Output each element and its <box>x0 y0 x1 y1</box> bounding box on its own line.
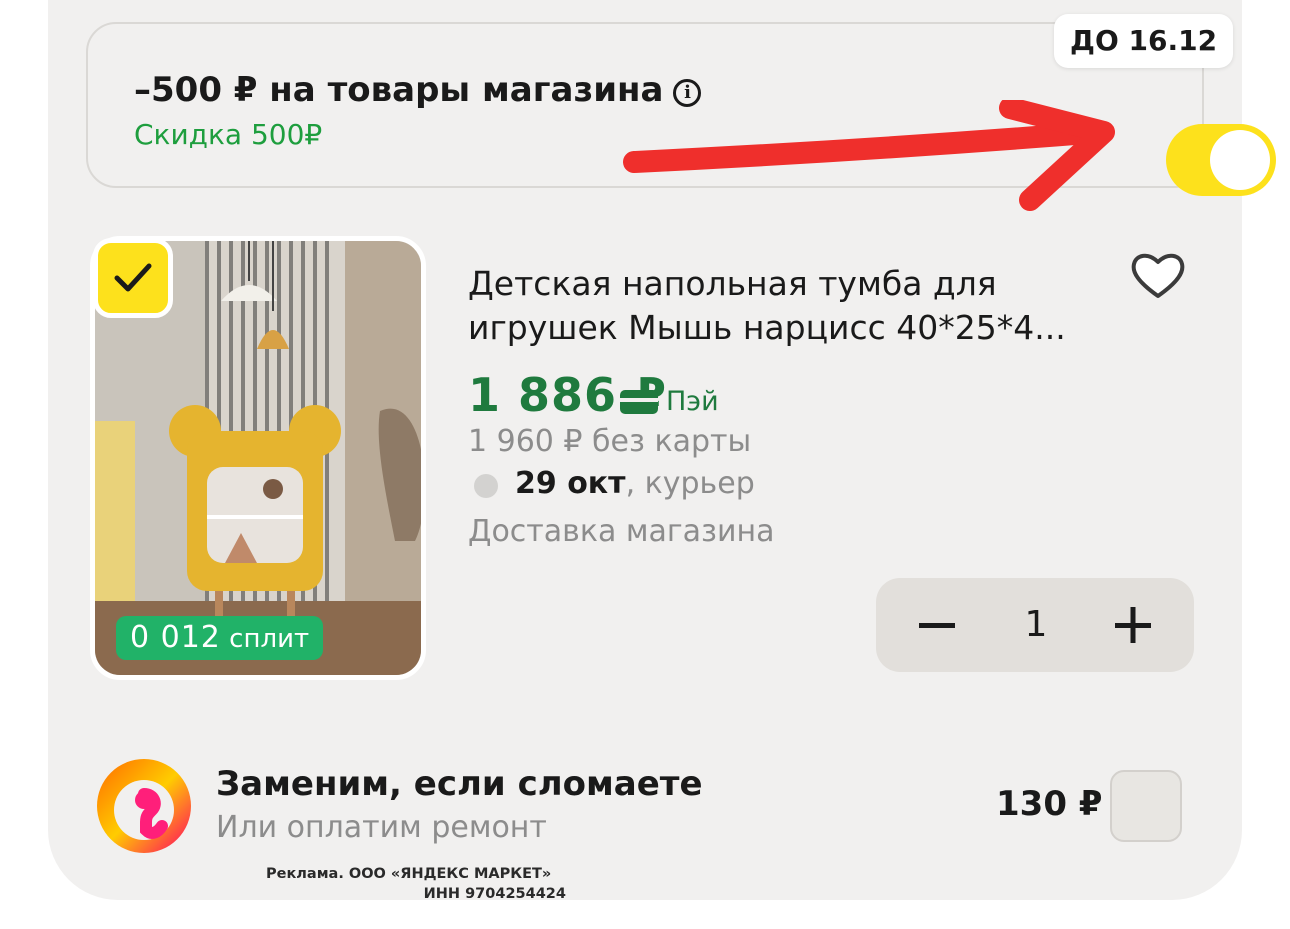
delivery-status-dot <box>474 474 498 498</box>
minus-icon <box>919 623 955 628</box>
pay-label: Пэй <box>666 386 719 417</box>
quantity-value: 1 <box>1024 604 1048 645</box>
product-title[interactable]: Детская напольная тумба для игрушек Мышь… <box>468 262 1108 350</box>
promo-deadline-badge: ДО 16.12 <box>1054 14 1234 68</box>
split-label: сплит <box>229 624 310 654</box>
delivery-method: , курьер <box>625 466 755 501</box>
increase-quantity-button[interactable] <box>1078 578 1188 672</box>
split-badge: 0 012 сплит <box>116 616 324 660</box>
quantity-stepper: 1 <box>876 578 1194 672</box>
delivery-info: 29 окт, курьер <box>515 466 755 501</box>
protection-price: 130 ₽ <box>996 784 1103 824</box>
promo-discount-label: Скидка 500₽ <box>134 118 323 151</box>
checkmark-icon <box>114 263 152 292</box>
protection-subtitle: Или оплатим ремонт <box>216 810 547 845</box>
product-title-line-1: Детская напольная тумба для <box>468 264 997 303</box>
product-title-line-2: игрушек Мышь нарцисс 40*25*4... <box>468 308 1066 347</box>
toggle-knob <box>1210 130 1270 190</box>
split-amount: 0 012 <box>130 620 221 655</box>
promo-title-text: –500 ₽ на товары магазина <box>134 70 664 110</box>
protection-checkbox[interactable] <box>1110 770 1182 842</box>
decrease-quantity-button[interactable] <box>882 578 992 672</box>
delivery-date: 29 окт <box>515 466 626 501</box>
protection-logo-icon <box>97 759 191 853</box>
red-arrow-annotation <box>623 100 1115 211</box>
ad-line-2: ИНН 9704254424 <box>423 886 566 902</box>
promo-title: –500 ₽ на товары магазина i <box>134 70 702 110</box>
promo-toggle[interactable] <box>1166 124 1276 196</box>
plus-icon <box>1115 607 1151 643</box>
protection-title: Заменим, если сломаете <box>216 764 703 804</box>
card-icon <box>620 390 658 414</box>
delivery-source: Доставка магазина <box>468 514 775 549</box>
ad-disclaimer: Реклама. ООО «ЯНДЕКС МАРКЕТ» ИНН 9704254… <box>266 864 566 904</box>
select-checkbox[interactable] <box>93 238 173 318</box>
price-without-card: 1 960 ₽ без карты <box>468 424 752 459</box>
ad-line-1: Реклама. ООО «ЯНДЕКС МАРКЕТ» <box>266 866 552 882</box>
heart-icon[interactable] <box>1128 248 1188 304</box>
